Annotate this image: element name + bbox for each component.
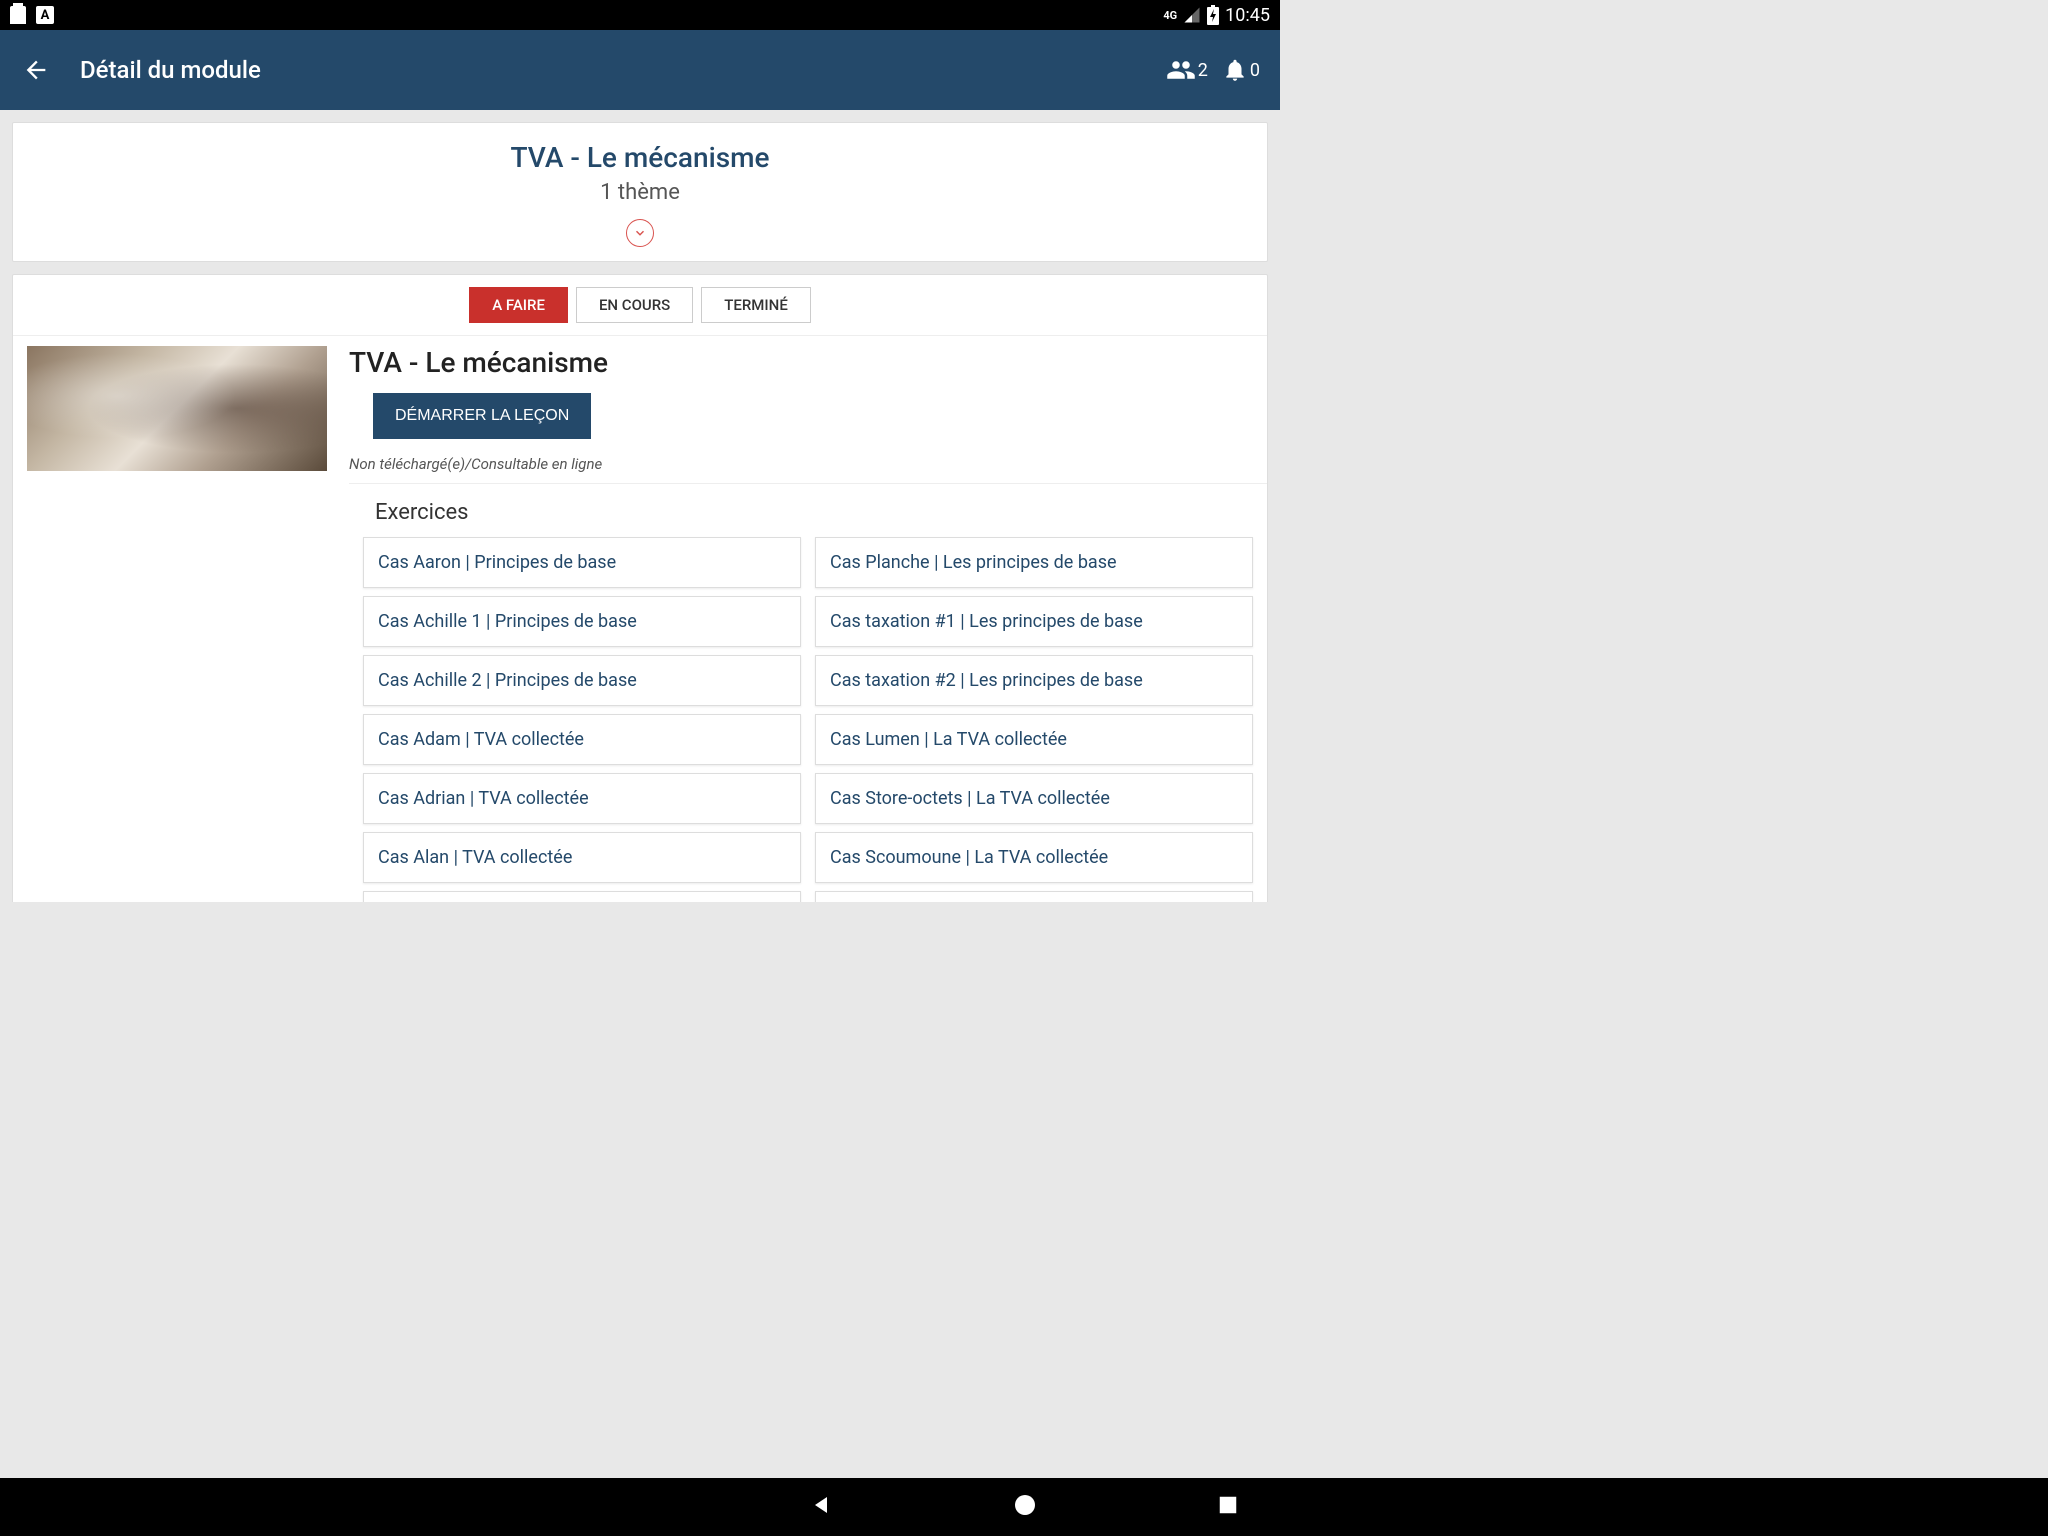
exercise-item[interactable]: Cas taxation #1 | Les principes de base [815,596,1253,647]
lesson-download-note: Non téléchargé(e)/Consultable en ligne [349,455,1253,473]
back-button[interactable] [20,54,52,86]
exercise-item[interactable]: Cas Entreprise Choix | La TVA collectée [815,891,1253,902]
nav-home-button[interactable] [1013,1493,1037,1521]
clock-time: 10:45 [1225,5,1270,26]
lesson-body: TVA - Le mécanisme DÉMARRER LA LEÇON Non… [13,336,1267,483]
status-bar: A 4G 10:45 [0,0,1280,30]
module-header-card: TVA - Le mécanisme 1 thème [12,122,1268,262]
nav-back-button[interactable] [809,1493,833,1521]
exercise-item[interactable]: Cas Achille 2 | Principes de base [363,655,801,706]
tab-done[interactable]: TERMINÉ [701,287,811,323]
exercise-item[interactable]: Cas Adam | TVA collectée [363,714,801,765]
exercise-item[interactable]: Cas taxation #2 | Les principes de base [815,655,1253,706]
lesson-thumbnail [27,346,327,471]
chevron-down-icon [633,226,647,240]
circle-home-icon [1013,1493,1037,1517]
keyboard-icon: A [36,6,54,24]
people-count-button[interactable]: 2 [1166,55,1208,85]
exercise-item[interactable]: Cas Achille 1 | Principes de base [363,596,801,647]
exercise-item[interactable]: Cas Adrian | TVA collectée [363,773,801,824]
sd-card-icon [10,6,26,24]
expand-button[interactable] [626,219,654,247]
people-count-value: 2 [1198,60,1208,81]
exercises-section: Exercices Cas Aaron | Principes de base … [349,483,1267,902]
battery-charging-icon [1207,5,1219,25]
lesson-card: A FAIRE EN COURS TERMINÉ TVA - Le mécani… [12,274,1268,902]
exercise-item[interactable]: Cas Store-octets | La TVA collectée [815,773,1253,824]
status-tabs: A FAIRE EN COURS TERMINÉ [13,275,1267,336]
people-icon [1166,55,1196,85]
square-recent-icon [1217,1494,1239,1516]
exercise-item[interactable]: Cas Alan | TVA collectée [363,832,801,883]
notifications-button[interactable]: 0 [1222,57,1260,83]
nav-recent-button[interactable] [1217,1494,1239,1520]
network-4g-label: 4G [1163,9,1177,22]
module-subtitle: 1 thème [33,180,1247,205]
bell-icon [1222,57,1248,83]
arrow-left-icon [22,56,50,84]
app-bar: Détail du module 2 0 [0,30,1280,110]
exercises-header: Exercices [363,484,1253,537]
triangle-back-icon [809,1493,833,1517]
tab-in-progress[interactable]: EN COURS [576,287,693,323]
content-area: TVA - Le mécanisme 1 thème A FAIRE EN CO… [0,110,1280,902]
signal-icon [1183,6,1201,24]
notification-count-value: 0 [1250,60,1260,81]
exercise-item[interactable]: Cas Scoumoune | La TVA collectée [815,832,1253,883]
exercise-item[interactable]: Cas Alex | TVA collectée [363,891,801,902]
page-title: Détail du module [80,56,261,84]
lesson-title: TVA - Le mécanisme [349,346,1253,379]
exercise-item[interactable]: Cas Aaron | Principes de base [363,537,801,588]
exercise-item[interactable]: Cas Planche | Les principes de base [815,537,1253,588]
tab-todo[interactable]: A FAIRE [469,287,568,323]
module-title: TVA - Le mécanisme [33,141,1247,174]
start-lesson-button[interactable]: DÉMARRER LA LEÇON [373,393,591,439]
exercise-item[interactable]: Cas Lumen | La TVA collectée [815,714,1253,765]
exercise-grid: Cas Aaron | Principes de base Cas Planch… [363,537,1253,902]
navigation-bar [0,1478,2048,1536]
